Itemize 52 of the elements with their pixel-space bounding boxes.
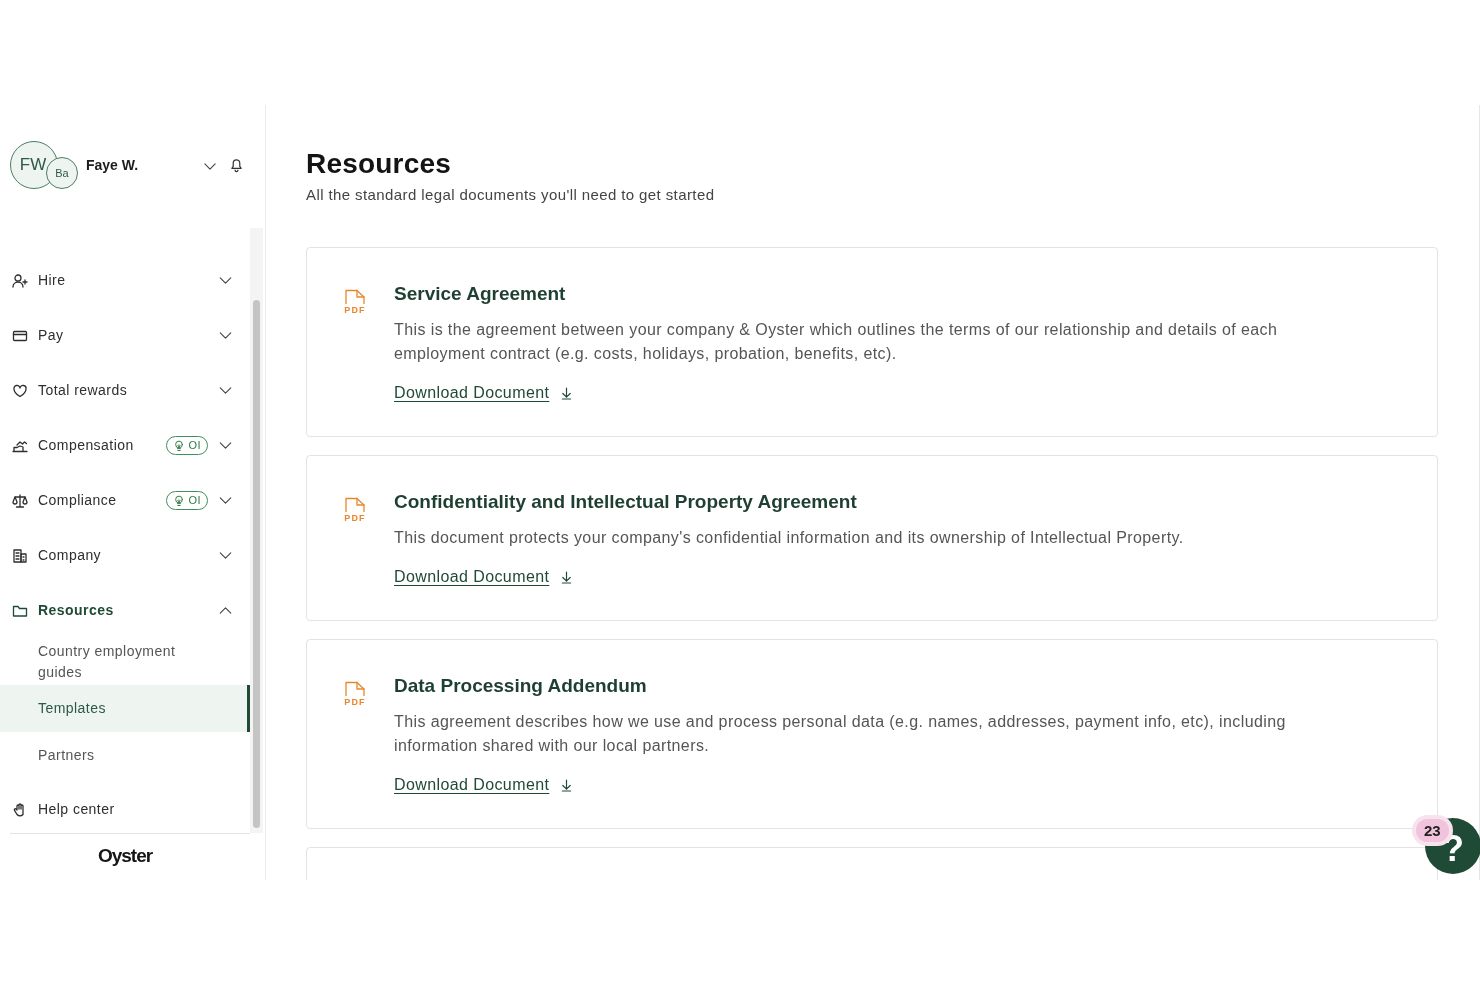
nav-item[interactable]: Hire: [0, 253, 250, 308]
badge-label: OI: [188, 438, 201, 454]
chevron-down-icon[interactable]: [219, 552, 232, 559]
chevron-down-icon[interactable]: [219, 277, 232, 284]
file-type-label: PDF: [344, 305, 366, 315]
chevron-down-icon[interactable]: [219, 497, 232, 504]
building-icon: [12, 547, 28, 564]
file-icon: [344, 681, 366, 696]
file-icon: [344, 289, 366, 304]
badge-label: OI: [188, 493, 201, 509]
download-icon: [561, 570, 573, 584]
file-type-label: PDF: [344, 513, 366, 523]
page-subtitle: All the standard legal documents you'll need to get started: [306, 185, 716, 205]
scrollbar-thumb[interactable]: [253, 300, 260, 828]
document-description: This document protects your company's confidential information and its ownership of Intellectual Property.: [394, 528, 1184, 548]
download-icon: [561, 778, 573, 792]
page-title: Resources: [306, 147, 452, 181]
nav-item[interactable]: Help center: [0, 782, 250, 833]
chevron-down-icon[interactable]: [219, 442, 232, 449]
chevron-down-icon[interactable]: [219, 387, 232, 394]
document-description: This is the agreement between your company & Oyster which outlines the terms of our relationship and details of each employment contract (e.g. costs, holidays, probation, benefits, etc).: [394, 320, 1279, 364]
nav-item[interactable]: Total rewards: [0, 363, 250, 418]
document-description: This agreement describes how we use and process personal data (e.g. names, addresses, payment info, etc), including information shared with our local partners.: [394, 712, 1287, 756]
lightbulb-icon: [173, 494, 186, 507]
nav-subitem[interactable]: Country employment guides: [0, 638, 250, 685]
chevron-up-icon[interactable]: [219, 607, 232, 614]
document-title: Confidentiality and Intellectual Property Agreement: [394, 490, 857, 514]
document-title: Service Agreement: [394, 282, 566, 306]
company-avatar[interactable]: Ba: [46, 157, 78, 189]
chevron-down-icon[interactable]: [219, 332, 232, 339]
scales-icon: [12, 492, 28, 509]
download-icon: [561, 386, 573, 400]
nav-item[interactable]: Pay: [0, 308, 250, 363]
bell-icon[interactable]: [229, 157, 244, 173]
nav-subitem[interactable]: Templates: [0, 685, 250, 732]
nav-item[interactable]: Compliance OI: [0, 473, 250, 528]
download-link[interactable]: Download Document: [394, 565, 573, 589]
nav-item[interactable]: Compensation OI: [0, 418, 250, 473]
file-type-label: PDF: [344, 697, 366, 707]
chevron-down-icon[interactable]: [204, 163, 216, 170]
user-plus-icon: [12, 272, 28, 289]
logo: Oyster: [97, 843, 153, 868]
file-icon: [344, 497, 366, 512]
user-name: Faye W.: [86, 157, 140, 173]
nav-item[interactable]: Resources: [0, 583, 250, 638]
nav-item[interactable]: Company: [0, 528, 250, 583]
nav-subitem[interactable]: Partners: [0, 732, 250, 779]
download-link[interactable]: Download Document: [394, 381, 573, 405]
download-link[interactable]: Download Document: [394, 773, 573, 797]
document-title: Data Processing Addendum: [394, 674, 647, 698]
heart-icon: [12, 382, 28, 399]
lightbulb-icon: [173, 439, 186, 452]
